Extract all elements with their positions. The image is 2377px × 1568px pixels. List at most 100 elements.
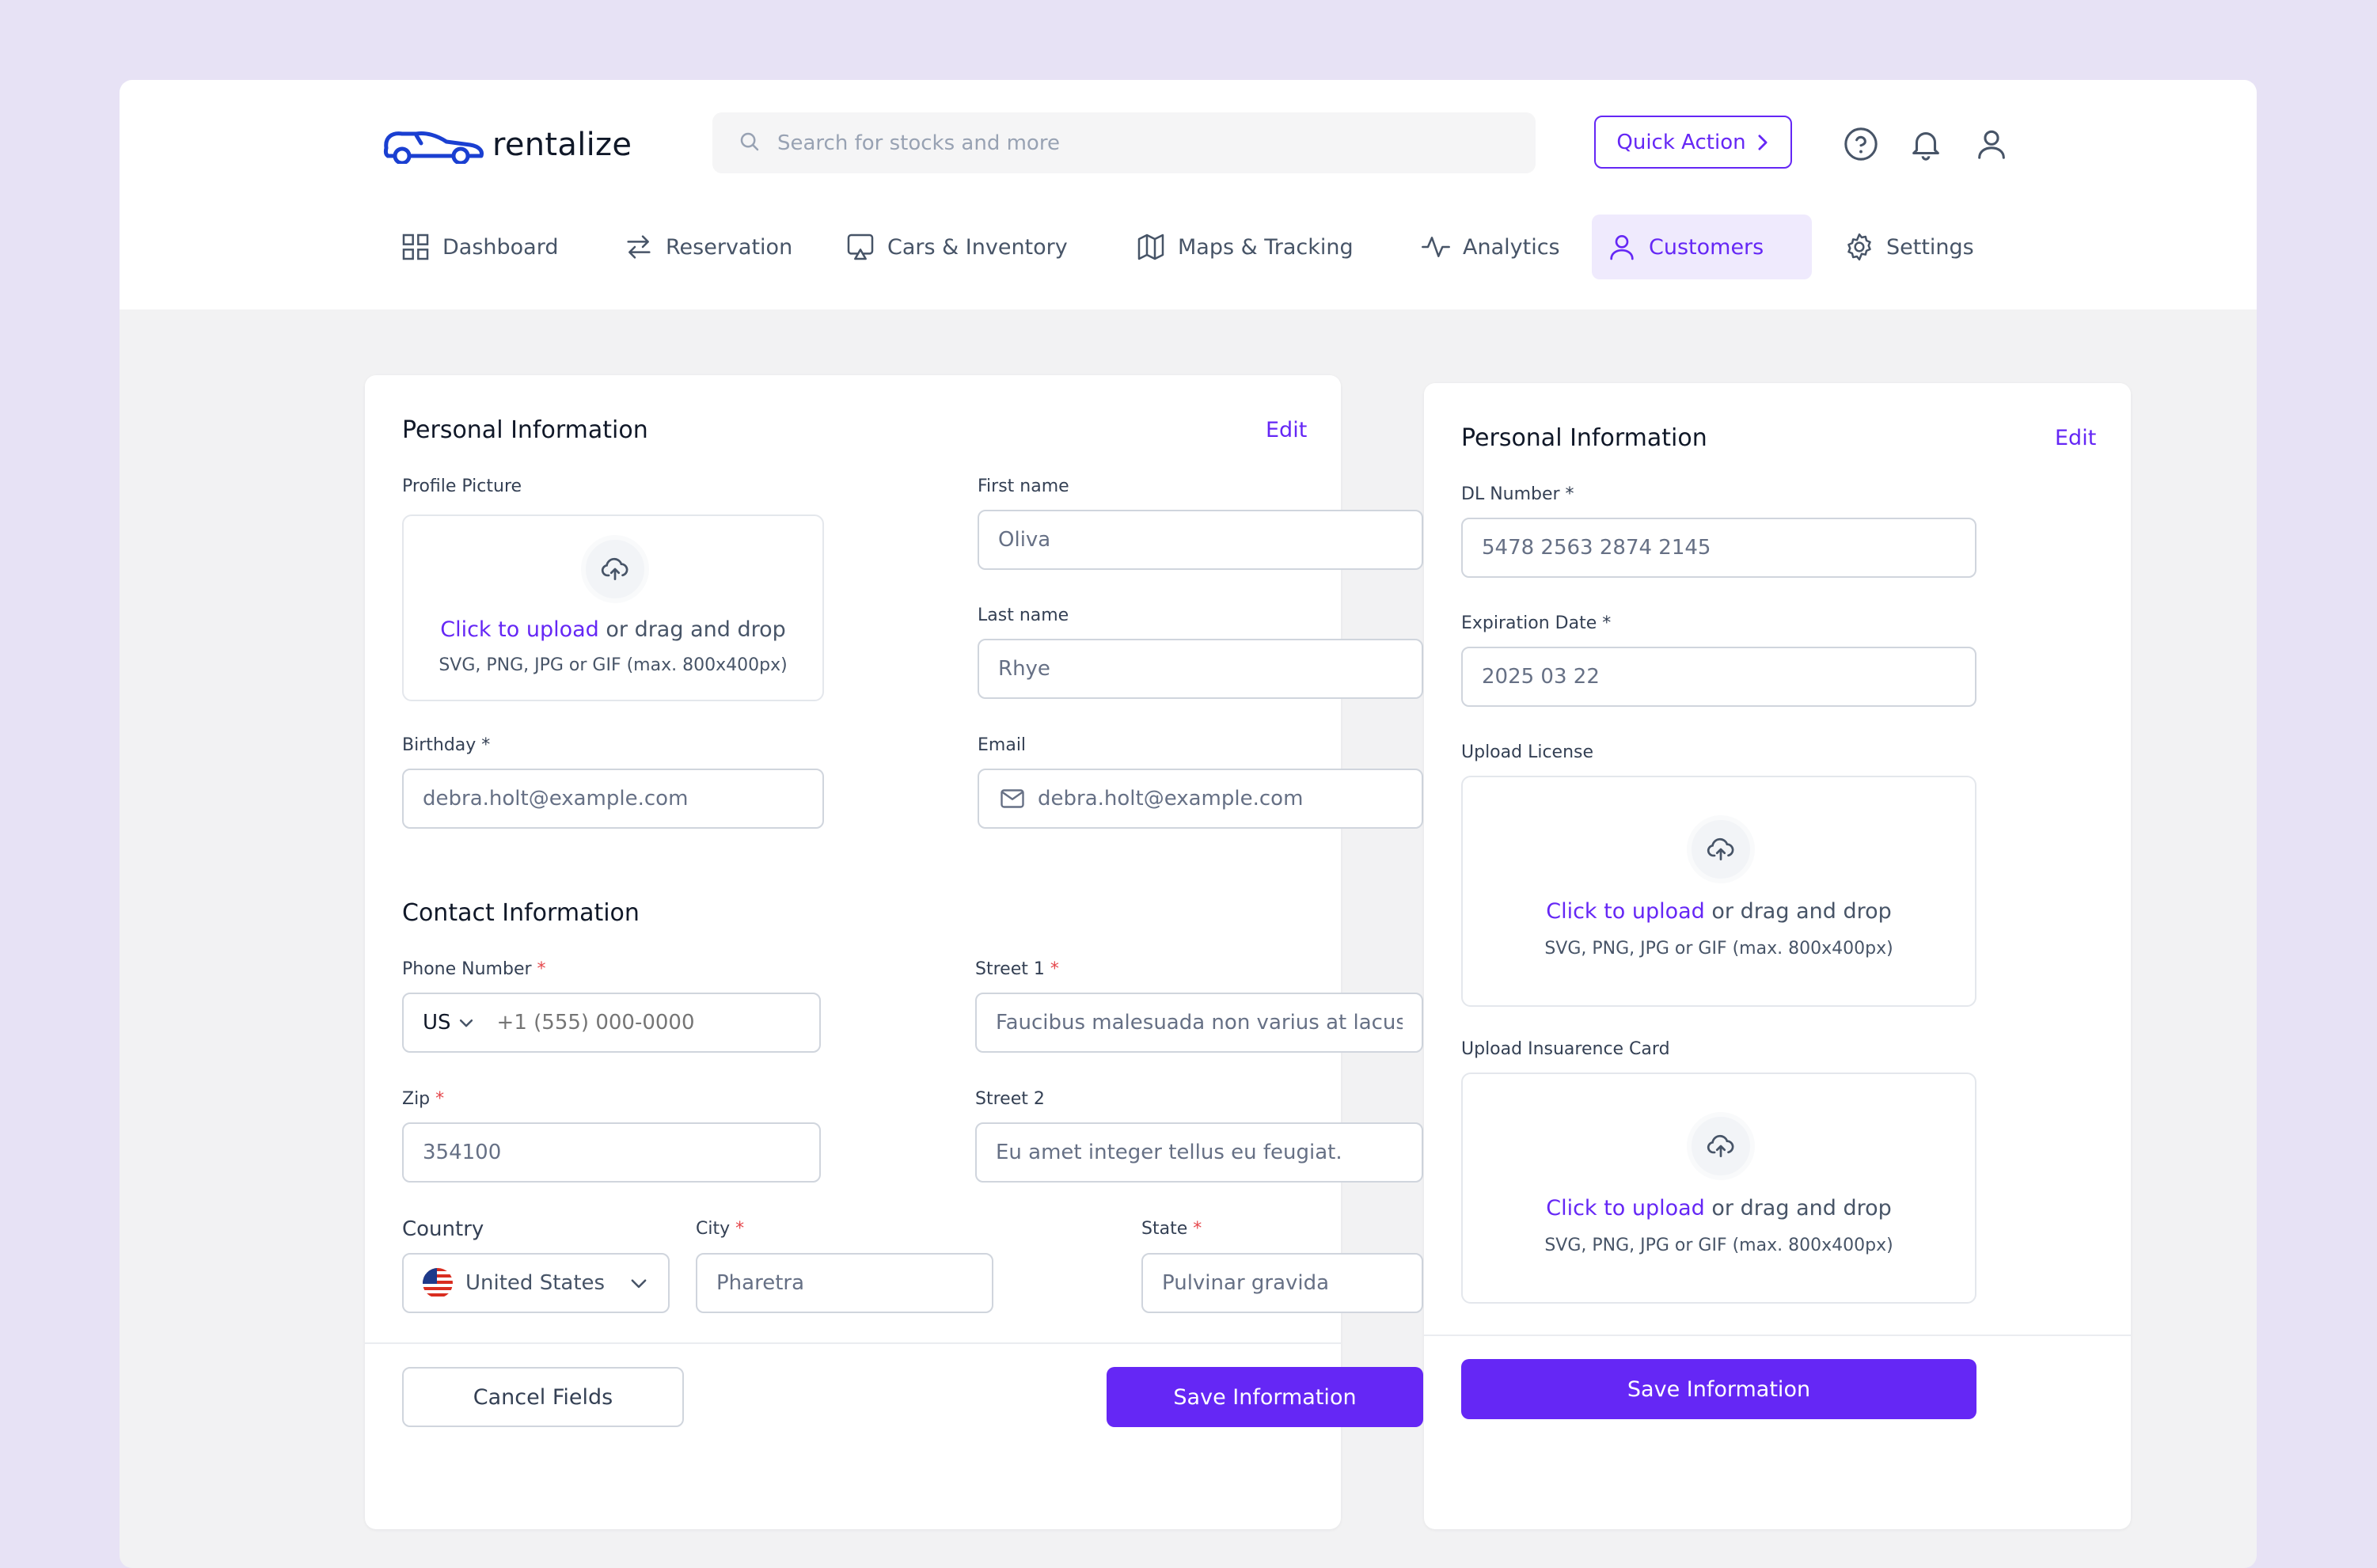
- street2-field[interactable]: [975, 1122, 1423, 1183]
- search-input[interactable]: [776, 130, 1491, 156]
- logo[interactable]: rentalize: [382, 121, 632, 169]
- chevron-down-icon: [631, 1279, 647, 1289]
- label-text: Phone Number: [402, 959, 532, 979]
- license-info-card: Personal Information Edit DL Number * Ex…: [1424, 383, 2131, 1529]
- label-required: *: [730, 1219, 745, 1239]
- first-name-input[interactable]: [979, 528, 1422, 552]
- nav-label: Cars & Inventory: [887, 234, 1068, 260]
- click-to-upload-link[interactable]: Click to upload: [1546, 1196, 1705, 1221]
- cancel-fields-button[interactable]: Cancel Fields: [402, 1367, 684, 1427]
- first-name-label: First name: [978, 476, 1069, 496]
- upload-cloud-icon: [1687, 1112, 1755, 1180]
- upload-text: or drag and drop: [1704, 899, 1892, 924]
- main-nav: Dashboard Reservation Cars & Inventory M…: [120, 215, 2257, 279]
- upload-text: or drag and drop: [598, 617, 786, 642]
- user-icon: [1610, 235, 1634, 260]
- nav-item-settings[interactable]: Settings: [1829, 215, 1988, 279]
- nav-item-reservation[interactable]: Reservation: [609, 215, 807, 279]
- nav-item-dashboard[interactable]: Dashboard: [385, 215, 572, 279]
- label-text: City: [696, 1219, 731, 1239]
- label-required: *: [430, 1089, 445, 1109]
- nav-label: Reservation: [666, 234, 793, 260]
- city-field[interactable]: [696, 1253, 993, 1313]
- help-icon[interactable]: [1841, 124, 1881, 164]
- user-icon[interactable]: [1972, 124, 2011, 164]
- mail-icon: [998, 784, 1027, 813]
- state-input[interactable]: [1143, 1271, 1422, 1295]
- app-window: rentalize Quick Action Dashboard: [120, 80, 2257, 1568]
- quick-action-label: Quick Action: [1616, 130, 1746, 154]
- street1-field[interactable]: [975, 993, 1423, 1053]
- upload-instructions: Click to upload or drag and drop: [404, 617, 822, 642]
- email-field[interactable]: [978, 769, 1423, 829]
- dl-number-input[interactable]: [1463, 536, 1975, 560]
- country-value: United States: [465, 1271, 606, 1295]
- last-name-label: Last name: [978, 606, 1069, 625]
- country-label: Country: [402, 1217, 484, 1241]
- phone-field[interactable]: US: [402, 993, 821, 1053]
- personal-info-card: Personal Information Edit Profile Pictur…: [365, 375, 1423, 1529]
- first-name-field[interactable]: [978, 510, 1423, 570]
- birthday-label: Birthday *: [402, 735, 490, 755]
- last-name-input[interactable]: [979, 657, 1422, 681]
- profile-picture-upload[interactable]: Click to upload or drag and drop SVG, PN…: [402, 514, 824, 701]
- edit-link[interactable]: Edit: [2055, 426, 2096, 450]
- chevron-right-icon: [1758, 134, 1768, 150]
- quick-action-button[interactable]: Quick Action: [1594, 116, 1792, 169]
- card-divider: [365, 1342, 1341, 1344]
- search-bar[interactable]: [712, 112, 1536, 173]
- country-select[interactable]: United States: [402, 1253, 670, 1313]
- label-text: Birthday: [402, 735, 477, 755]
- nav-item-cars-inventory[interactable]: Cars & Inventory: [830, 215, 1082, 279]
- card-title: Personal Information: [402, 416, 648, 444]
- card-title: Personal Information: [1461, 424, 1707, 452]
- birthday-input[interactable]: [404, 787, 822, 811]
- dl-number-label: DL Number *: [1461, 484, 1574, 504]
- state-field[interactable]: [1141, 1253, 1423, 1313]
- birthday-field[interactable]: [402, 769, 824, 829]
- label-required: *: [531, 959, 546, 979]
- upload-hint: SVG, PNG, JPG or GIF (max. 800x400px): [439, 655, 788, 675]
- click-to-upload-link[interactable]: Click to upload: [1546, 899, 1705, 924]
- upload-instructions: Click to upload or drag and drop: [1463, 899, 1975, 924]
- profile-picture-label: Profile Picture: [402, 476, 522, 496]
- license-upload[interactable]: Click to upload or drag and drop SVG, PN…: [1461, 776, 1976, 1007]
- gear-icon: [1847, 233, 1871, 261]
- nav-label: Dashboard: [442, 234, 559, 260]
- street2-input[interactable]: [977, 1141, 1422, 1164]
- email-input[interactable]: [1027, 787, 1422, 811]
- grid-icon: [402, 233, 429, 260]
- nav-label: Analytics: [1463, 234, 1560, 260]
- nav-item-customers[interactable]: Customers: [1592, 215, 1812, 279]
- city-input[interactable]: [697, 1271, 992, 1295]
- save-information-button[interactable]: Save Information: [1461, 1359, 1976, 1419]
- label-text: Zip: [402, 1089, 431, 1109]
- save-information-button[interactable]: Save Information: [1107, 1367, 1423, 1427]
- dl-number-field[interactable]: [1461, 518, 1976, 578]
- nav-item-analytics[interactable]: Analytics: [1406, 215, 1574, 279]
- click-to-upload-link[interactable]: Click to upload: [440, 617, 599, 642]
- nav-label: Settings: [1886, 234, 1974, 260]
- expiration-date-field[interactable]: [1461, 647, 1976, 707]
- nav-item-maps-tracking[interactable]: Maps & Tracking: [1121, 215, 1368, 279]
- phone-input[interactable]: [474, 1011, 819, 1035]
- insurance-upload[interactable]: Click to upload or drag and drop SVG, PN…: [1461, 1073, 1976, 1304]
- top-header: rentalize Quick Action Dashboard: [120, 80, 2257, 309]
- upload-text: or drag and drop: [1704, 1196, 1892, 1221]
- swap-arrows-icon: [627, 235, 651, 259]
- label-required: *: [1187, 1219, 1202, 1239]
- street1-label: Street 1 *: [975, 959, 1059, 979]
- country-code-select[interactable]: US: [404, 1011, 475, 1035]
- street1-input[interactable]: [977, 1011, 1422, 1035]
- upload-cloud-icon: [581, 535, 649, 603]
- edit-link[interactable]: Edit: [1266, 418, 1307, 442]
- label-text: Street 1: [975, 959, 1045, 979]
- city-label: City *: [696, 1219, 744, 1239]
- expiration-date-input[interactable]: [1463, 665, 1975, 689]
- bell-icon[interactable]: [1906, 124, 1946, 164]
- upload-hint: SVG, PNG, JPG or GIF (max. 800x400px): [1544, 1236, 1893, 1255]
- zip-field[interactable]: [402, 1122, 821, 1183]
- last-name-field[interactable]: [978, 639, 1423, 699]
- zip-input[interactable]: [404, 1141, 819, 1164]
- monitor-icon: [847, 233, 874, 260]
